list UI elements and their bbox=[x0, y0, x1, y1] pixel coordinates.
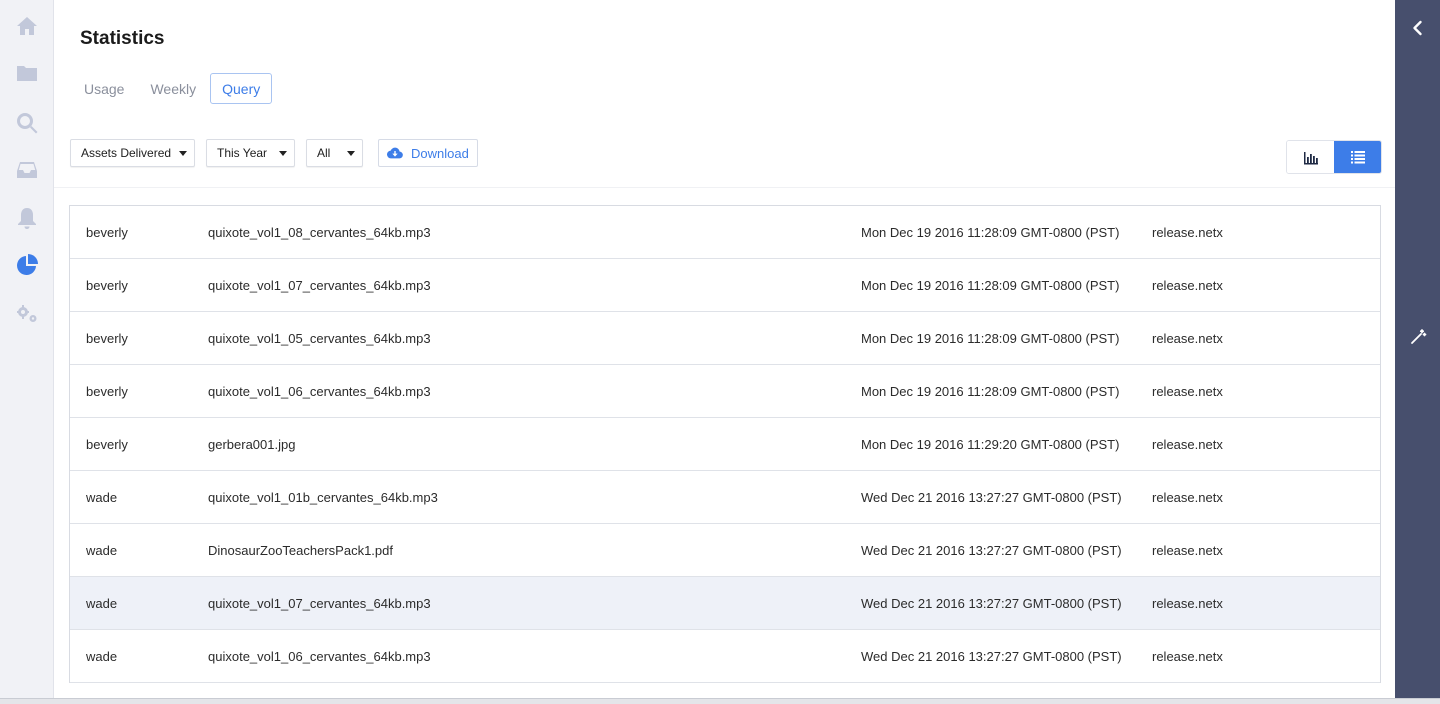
file-cell: quixote_vol1_07_cervantes_64kb.mp3 bbox=[208, 595, 431, 611]
list-icon bbox=[1350, 151, 1365, 164]
file-cell: DinosaurZooTeachersPack1.pdf bbox=[208, 542, 393, 558]
tab-query[interactable]: Query bbox=[210, 73, 273, 104]
table-row[interactable]: wade quixote_vol1_06_cervantes_64kb.mp3 … bbox=[70, 630, 1380, 683]
file-cell: quixote_vol1_06_cervantes_64kb.mp3 bbox=[208, 383, 431, 399]
caret-down-icon bbox=[347, 151, 355, 156]
table-row[interactable]: beverly quixote_vol1_05_cervantes_64kb.m… bbox=[70, 312, 1380, 365]
date-cell: Wed Dec 21 2016 13:27:27 GMT-0800 (PST) bbox=[861, 489, 1122, 505]
table-row[interactable]: wade quixote_vol1_07_cervantes_64kb.mp3 … bbox=[70, 577, 1380, 630]
right-rail bbox=[1395, 0, 1440, 704]
download-button[interactable]: Download bbox=[378, 139, 478, 167]
divider bbox=[54, 187, 1395, 188]
user-cell: beverly bbox=[86, 383, 128, 399]
user-cell: beverly bbox=[86, 277, 128, 293]
filter-toolbar: Assets Delivered This Year All Download bbox=[70, 139, 478, 167]
host-cell: release.netx bbox=[1152, 224, 1223, 240]
scope-dropdown[interactable]: All bbox=[306, 139, 363, 167]
cloud-download-icon bbox=[387, 147, 403, 159]
user-cell: wade bbox=[86, 489, 118, 505]
table-row[interactable]: beverly quixote_vol1_08_cervantes_64kb.m… bbox=[70, 206, 1380, 259]
user-cell: wade bbox=[86, 595, 118, 611]
magic-wand-icon bbox=[1410, 329, 1426, 344]
host-cell: release.netx bbox=[1152, 489, 1223, 505]
search-icon[interactable] bbox=[13, 109, 41, 137]
date-cell: Wed Dec 21 2016 13:27:27 GMT-0800 (PST) bbox=[861, 595, 1122, 611]
tab-weekly[interactable]: Weekly bbox=[138, 73, 208, 104]
host-cell: release.netx bbox=[1152, 383, 1223, 399]
period-dropdown[interactable]: This Year bbox=[206, 139, 295, 167]
caret-down-icon bbox=[279, 151, 287, 156]
date-cell: Wed Dec 21 2016 13:27:27 GMT-0800 (PST) bbox=[861, 648, 1122, 664]
page-title: Statistics bbox=[80, 28, 165, 49]
bar-chart-icon bbox=[1303, 152, 1318, 165]
user-cell: beverly bbox=[86, 224, 128, 240]
host-cell: release.netx bbox=[1152, 436, 1223, 452]
caret-down-icon bbox=[179, 151, 187, 156]
gears-icon[interactable] bbox=[13, 299, 41, 327]
file-cell: quixote_vol1_08_cervantes_64kb.mp3 bbox=[208, 224, 431, 240]
view-toggle bbox=[1286, 140, 1382, 174]
host-cell: release.netx bbox=[1152, 330, 1223, 346]
date-cell: Wed Dec 21 2016 13:27:27 GMT-0800 (PST) bbox=[861, 542, 1122, 558]
host-cell: release.netx bbox=[1152, 542, 1223, 558]
home-icon[interactable] bbox=[13, 12, 41, 40]
table-row[interactable]: wade quixote_vol1_01b_cervantes_64kb.mp3… bbox=[70, 471, 1380, 524]
file-cell: gerbera001.jpg bbox=[208, 436, 296, 452]
scope-dropdown-value: All bbox=[317, 146, 331, 160]
table-row[interactable]: beverly quixote_vol1_06_cervantes_64kb.m… bbox=[70, 365, 1380, 418]
collapse-panel-button[interactable] bbox=[1395, 13, 1440, 43]
magic-wand-button[interactable] bbox=[1395, 322, 1440, 352]
host-cell: release.netx bbox=[1152, 595, 1223, 611]
metric-dropdown[interactable]: Assets Delivered bbox=[70, 139, 195, 167]
download-label: Download bbox=[411, 145, 469, 161]
user-cell: wade bbox=[86, 648, 118, 664]
host-cell: release.netx bbox=[1152, 648, 1223, 664]
file-cell: quixote_vol1_07_cervantes_64kb.mp3 bbox=[208, 277, 431, 293]
table-row[interactable]: beverly gerbera001.jpg Mon Dec 19 2016 1… bbox=[70, 418, 1380, 471]
inbox-icon[interactable] bbox=[13, 156, 41, 184]
date-cell: Mon Dec 19 2016 11:28:09 GMT-0800 (PST) bbox=[861, 277, 1120, 293]
chevron-left-icon bbox=[1412, 20, 1422, 36]
user-cell: beverly bbox=[86, 330, 128, 346]
file-cell: quixote_vol1_01b_cervantes_64kb.mp3 bbox=[208, 489, 438, 505]
main-content: Statistics Usage Weekly Query Assets Del… bbox=[54, 0, 1395, 704]
file-cell: quixote_vol1_05_cervantes_64kb.mp3 bbox=[208, 330, 431, 346]
bell-icon[interactable] bbox=[13, 204, 41, 232]
date-cell: Mon Dec 19 2016 11:29:20 GMT-0800 (PST) bbox=[861, 436, 1120, 452]
query-results-table: beverly quixote_vol1_08_cervantes_64kb.m… bbox=[69, 205, 1381, 683]
host-cell: release.netx bbox=[1152, 277, 1223, 293]
period-dropdown-value: This Year bbox=[217, 146, 268, 160]
chart-view-button[interactable] bbox=[1287, 141, 1334, 173]
user-cell: wade bbox=[86, 542, 118, 558]
horizontal-scrollbar[interactable] bbox=[0, 698, 1440, 704]
left-nav bbox=[0, 0, 54, 704]
table-row[interactable]: wade DinosaurZooTeachersPack1.pdf Wed De… bbox=[70, 524, 1380, 577]
date-cell: Mon Dec 19 2016 11:28:09 GMT-0800 (PST) bbox=[861, 383, 1120, 399]
list-view-button[interactable] bbox=[1334, 141, 1381, 173]
pie-chart-icon[interactable] bbox=[13, 251, 41, 279]
tab-bar: Usage Weekly Query bbox=[72, 73, 274, 104]
user-cell: beverly bbox=[86, 436, 128, 452]
date-cell: Mon Dec 19 2016 11:28:09 GMT-0800 (PST) bbox=[861, 224, 1120, 240]
metric-dropdown-value: Assets Delivered bbox=[81, 146, 172, 160]
folder-icon[interactable] bbox=[13, 59, 41, 87]
table-row[interactable]: beverly quixote_vol1_07_cervantes_64kb.m… bbox=[70, 259, 1380, 312]
file-cell: quixote_vol1_06_cervantes_64kb.mp3 bbox=[208, 648, 431, 664]
tab-usage[interactable]: Usage bbox=[72, 73, 136, 104]
date-cell: Mon Dec 19 2016 11:28:09 GMT-0800 (PST) bbox=[861, 330, 1120, 346]
